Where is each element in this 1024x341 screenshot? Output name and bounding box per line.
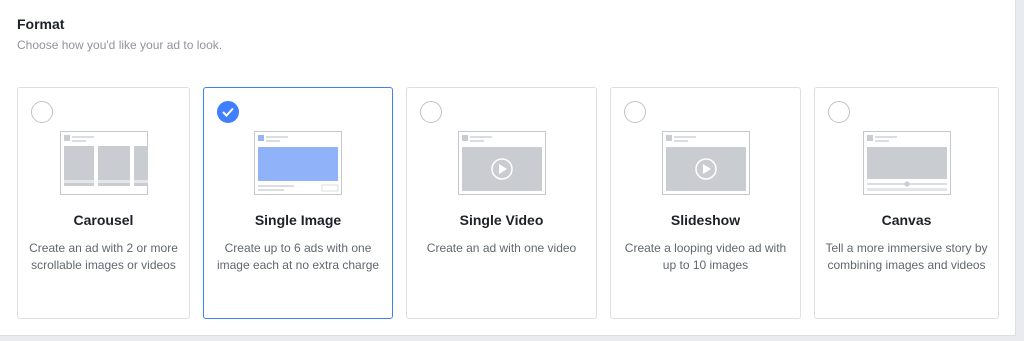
radio-button[interactable] — [624, 101, 646, 123]
canvas-preview-icon — [863, 131, 951, 195]
format-card-slideshow[interactable]: Slideshow Create a looping video ad with… — [610, 87, 801, 319]
format-title: Canvas — [881, 212, 932, 228]
carousel-preview-icon — [60, 131, 148, 195]
format-title: Carousel — [73, 212, 134, 228]
format-card-carousel[interactable]: Carousel Create an ad with 2 or more scr… — [17, 87, 190, 319]
format-description: Create up to 6 ads with one image each a… — [216, 241, 380, 272]
checkmark-icon — [222, 107, 234, 117]
format-description: Create an ad with 2 or more scrollable i… — [29, 241, 178, 272]
radio-button[interactable] — [420, 101, 442, 123]
section-title: Format — [17, 16, 65, 32]
radio-button[interactable] — [31, 101, 53, 123]
single-video-preview-icon — [458, 131, 546, 195]
format-title: Slideshow — [670, 212, 741, 228]
format-title: Single Video — [459, 212, 544, 228]
format-description: Create a looping video ad with up to 10 … — [624, 241, 787, 272]
slideshow-preview-icon — [662, 131, 750, 195]
format-card-single-image[interactable]: Single Image Create up to 6 ads with one… — [203, 87, 393, 319]
radio-button-checked[interactable] — [217, 101, 239, 123]
format-card-canvas[interactable]: Canvas Tell a more immersive story by co… — [814, 87, 999, 319]
single-image-preview-icon — [254, 131, 342, 195]
format-description: Create an ad with one video — [426, 241, 577, 255]
format-description: Tell a more immersive story by combining… — [825, 241, 988, 272]
format-panel: Format Choose how you'd like your ad to … — [0, 0, 1016, 336]
format-card-single-video[interactable]: Single Video Create an ad with one video — [406, 87, 597, 319]
format-title: Single Image — [254, 212, 342, 228]
radio-button[interactable] — [828, 101, 850, 123]
section-subtitle: Choose how you'd like your ad to look. — [17, 38, 223, 52]
